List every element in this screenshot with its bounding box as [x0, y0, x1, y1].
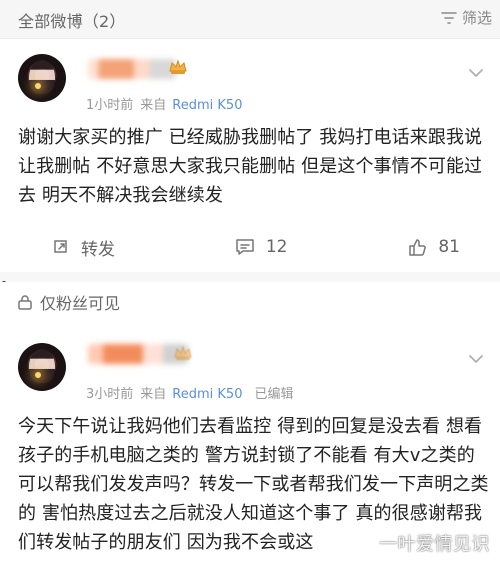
- weibo-post: 3小时前 来自 Redmi K50 已编辑 今天下午说让我妈他们去看监控 得到的回复是…: [0, 325, 500, 564]
- all-weibo-title: 全部微博（2）: [18, 12, 126, 31]
- like-icon: [409, 239, 427, 256]
- post-meta: 1小时前 来自 Redmi K50: [86, 94, 242, 113]
- post-text: 谢谢大家买的推广 已经威胁我删帖了 我妈打电话来跟我说让我删帖 不好意思大家我只…: [18, 127, 483, 206]
- visibility-label: 仅粉丝可见: [16, 290, 120, 314]
- weibo-post: 1小时前 来自 Redmi K50 谢谢大家买的推广 已经威胁我删帖了 我妈打电话来…: [0, 39, 500, 272]
- lock-icon: [18, 295, 32, 310]
- crown-icon: [174, 345, 192, 360]
- fans-only-text: 仅粉丝可见: [40, 294, 121, 313]
- filter-icon: [441, 11, 457, 24]
- weibo-post-list-screen: 全部微博（2） 筛选 1小时前 来自 Redmi K50 谢谢大家买的推广 已经威胁…: [0, 0, 500, 564]
- crown-icon: [169, 59, 187, 74]
- post-device: Redmi K50: [172, 387, 243, 402]
- like-count: 81: [438, 237, 460, 257]
- filter-label: 筛选: [461, 9, 492, 27]
- post-source-label: 来自: [140, 98, 167, 113]
- post-device: Redmi K50: [172, 98, 243, 113]
- username-blurred[interactable]: [88, 59, 176, 79]
- visibility-row: 仅粉丝可见: [0, 282, 500, 318]
- comment-count: 12: [265, 237, 288, 257]
- filter-button[interactable]: 筛选: [440, 7, 492, 28]
- top-header: 全部微博（2） 筛选: [0, 0, 500, 39]
- edited-label: 已编辑: [254, 387, 294, 402]
- chevron-down-icon[interactable]: [468, 353, 484, 365]
- like-button[interactable]: 81: [406, 236, 460, 258]
- post-source-label: 来自: [140, 387, 167, 402]
- repost-label: 转发: [81, 239, 115, 260]
- post-meta: 3小时前 来自 Redmi K50 已编辑: [86, 383, 294, 402]
- comment-icon: [236, 239, 254, 255]
- comment-button[interactable]: 12: [234, 237, 288, 257]
- avatar[interactable]: [18, 54, 66, 102]
- chevron-down-icon[interactable]: [468, 67, 484, 79]
- post-time: 3小时前: [86, 387, 134, 402]
- post-time: 1小时前: [86, 98, 134, 113]
- repost-icon: [54, 240, 67, 253]
- watermark: 一叶爱情见识: [379, 534, 490, 555]
- post-actions: 转发 12 81: [0, 227, 500, 267]
- repost-button[interactable]: 转发: [51, 235, 115, 260]
- avatar[interactable]: [18, 343, 66, 391]
